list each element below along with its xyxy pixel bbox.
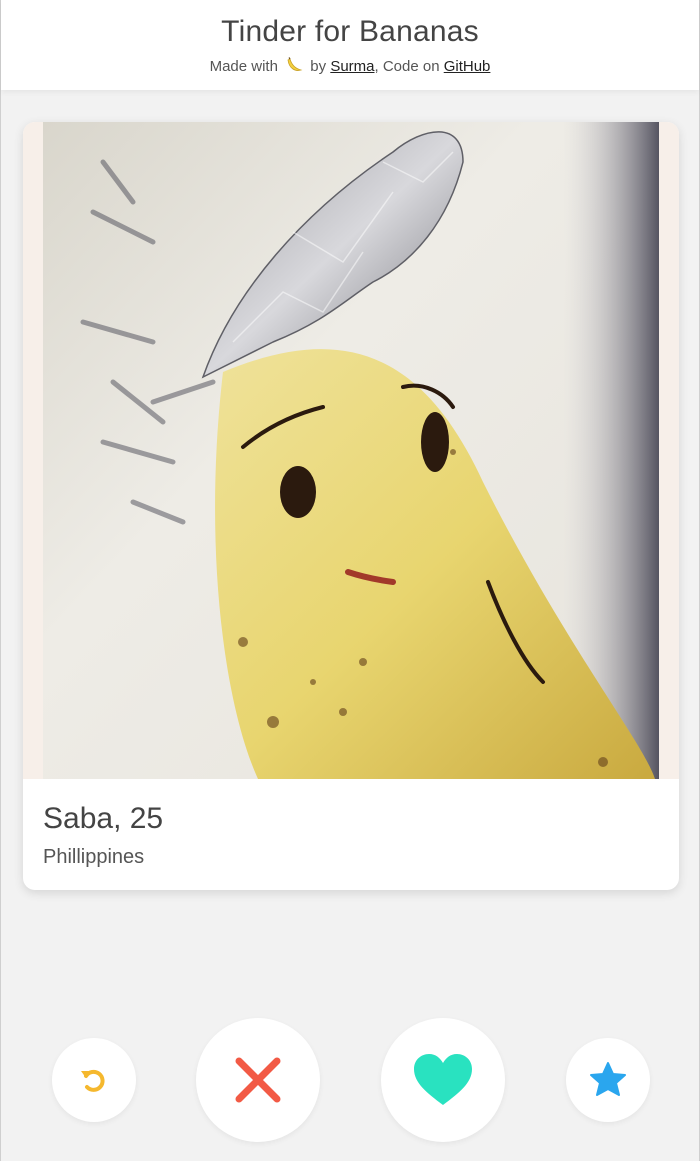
banana-icon <box>285 56 303 78</box>
profile-name: Saba <box>43 802 114 835</box>
code-on-label: , Code on <box>374 58 440 75</box>
like-button[interactable] <box>381 1018 505 1142</box>
by-label: by <box>310 58 327 75</box>
app-root: Tinder for Bananas Made with by Surma, C… <box>0 0 700 1161</box>
profile-info: Saba, 25 Phillippines <box>43 802 163 869</box>
app-header: Tinder for Bananas Made with by Surma, C… <box>1 0 699 90</box>
close-icon <box>235 1057 281 1103</box>
profile-age: , 25 <box>113 802 164 835</box>
heart-icon <box>414 1054 472 1105</box>
profile-location: Phillippines <box>43 846 145 868</box>
banana-photo-illustration <box>43 122 659 779</box>
github-link[interactable]: GitHub <box>444 58 491 75</box>
app-title: Tinder for Bananas <box>221 15 479 48</box>
author-link[interactable]: Surma <box>330 58 374 75</box>
super-like-button[interactable] <box>566 1038 650 1122</box>
nope-button[interactable] <box>196 1018 320 1142</box>
star-icon <box>590 1062 626 1096</box>
app-subtitle: Made with by Surma, Code on GitHub <box>1 56 699 78</box>
rewind-icon <box>81 1069 105 1092</box>
rewind-button[interactable] <box>52 1038 136 1122</box>
made-with-label: Made with <box>209 58 278 75</box>
profile-name-line: Saba, 25 <box>43 802 163 836</box>
profile-card[interactable]: Saba, 25 Phillippines <box>23 122 679 890</box>
profile-photo <box>23 122 679 779</box>
